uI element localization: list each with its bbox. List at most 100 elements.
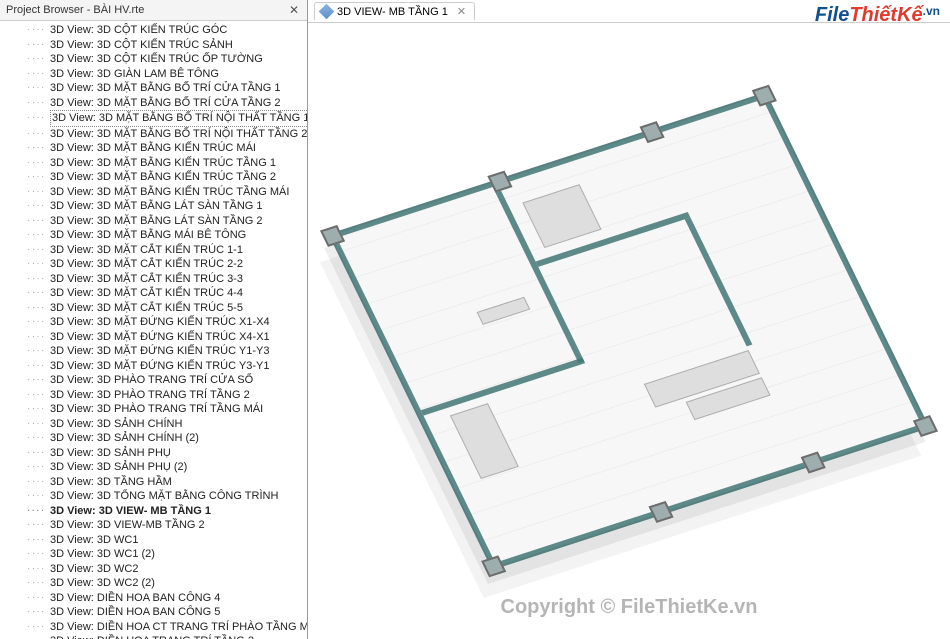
tree-guide-icon: ···· xyxy=(20,170,46,185)
tree-guide-icon: ···· xyxy=(20,81,46,96)
tree-item-label: 3D View: 3D MẶT BẰNG MÁI BÊ TÔNG xyxy=(50,228,246,243)
tree-guide-icon: ···· xyxy=(20,96,46,111)
tree-item-label: 3D View: 3D WC2 xyxy=(50,562,138,577)
tree-item[interactable]: ···· 3D View: 3D CỘT KIẾN TRÚC SẢNH xyxy=(20,38,307,53)
tree-item-label: 3D View: 3D MẶT BẰNG KIẾN TRÚC MÁI xyxy=(50,141,256,156)
tree-item[interactable]: ···· 3D View: 3D VIEW-MB TẦNG 2 xyxy=(20,518,307,533)
tree-item[interactable]: ····3D View: 3D SẢNH PHỤ xyxy=(20,446,307,461)
tree-guide-icon: ···· xyxy=(20,591,46,606)
tree-guide-icon: ···· xyxy=(20,257,46,272)
tree-item[interactable]: ····3D View: DIỀN HOA BAN CÔNG 4 xyxy=(20,591,307,606)
floorplan-render xyxy=(308,56,950,607)
tree-item[interactable]: ····3D View: 3D MẶT BẰNG BỐ TRÍ CỬA TẦNG… xyxy=(20,81,307,96)
tree-item[interactable]: ····3D View: 3D MẶT CẮT KIẾN TRÚC 4-4 xyxy=(20,286,307,301)
tree-item-label: 3D View: 3D PHÀO TRANG TRÍ TẦNG MÁI xyxy=(50,402,263,417)
tree-item[interactable]: ····3D View: 3D GIÀN LAM BÊ TÔNG xyxy=(20,67,307,82)
tree-item[interactable]: ····3D View: DIỀN HOA CT TRANG TRÍ PHÀO … xyxy=(20,620,307,635)
tree-item-label: 3D View: 3D MẶT ĐỨNG KIẾN TRÚC X1-X4 xyxy=(50,315,270,330)
tree-guide-icon: ···· xyxy=(20,315,46,330)
tree-item-label: 3D View: 3D TẦNG HẦM xyxy=(50,475,172,490)
tree-item[interactable]: ···· 3D View: 3D MẶT CẮT KIẾN TRÚC 3-3 xyxy=(20,272,307,287)
tab-close-icon[interactable]: ✕ xyxy=(457,5,466,18)
tree-item[interactable]: ···· 3D View: 3D PHÀO TRANG TRÍ TẦNG MÁI xyxy=(20,402,307,417)
tree-guide-icon: ···· xyxy=(20,417,46,432)
tree-item[interactable]: ····3D View: DIỀN HOA BAN CÔNG 5 xyxy=(20,605,307,620)
tree-guide-icon: ···· xyxy=(20,52,46,67)
tree-item[interactable]: ····3D View: 3D MẶT BẰNG KIẾN TRÚC MÁI xyxy=(20,141,307,156)
tree-item-label: 3D View: 3D WC1 (2) xyxy=(50,547,155,562)
tree-item[interactable]: ····3D View: 3D WC2 (2) xyxy=(20,576,307,591)
tree-guide-icon: ···· xyxy=(20,504,46,519)
tree-item[interactable]: ····3D View: 3D MẶT ĐỨNG KIẾN TRÚC Y3-Y1 xyxy=(20,359,307,374)
tree-guide-icon: ···· xyxy=(20,547,46,562)
tree-guide-icon: ···· xyxy=(20,373,46,388)
panel-close-button[interactable]: ✕ xyxy=(287,3,301,17)
tree-guide-icon: ···· xyxy=(20,272,46,287)
tree-guide-icon: ···· xyxy=(20,67,46,82)
tree-item[interactable]: ····3D View: 3D MẶT BẰNG KIẾN TRÚC TẦNG … xyxy=(20,170,307,185)
tree-item-label: 3D View: 3D VIEW- MB TẦNG 1 xyxy=(50,504,211,519)
project-tree[interactable]: ····3D View: 3D CỘT KIẾN TRÚC GÓC····3D … xyxy=(0,21,307,639)
tree-item[interactable]: ····3D View: 3D CỘT KIẾN TRÚC GÓC xyxy=(20,23,307,38)
tree-item[interactable]: ····3D View: 3D MẶT BẰNG BỐ TRÍ CỬA TẦNG… xyxy=(20,96,307,111)
tree-item[interactable]: ····3D View: 3D PHÀO TRANG TRÍ CỬA SỔ xyxy=(20,373,307,388)
tree-item[interactable]: ····3D View: 3D MẶT BẰNG LÁT SÀN TẦNG 1 xyxy=(20,199,307,214)
tree-item-label: 3D View: 3D SẢNH CHÍNH xyxy=(50,417,182,432)
tree-item-label: 3D View: 3D MẶT CẮT KIẾN TRÚC 2-2 xyxy=(50,257,243,272)
tree-item[interactable]: ····3D View: 3D MẶT BẰNG BỐ TRÍ NỘI THẤT… xyxy=(20,110,307,127)
tree-item[interactable]: ····3D View: 3D SẢNH CHÍNH (2) xyxy=(20,431,307,446)
project-browser-panel: Project Browser - BÀI HV.rte ✕ ····3D Vi… xyxy=(0,0,308,639)
tree-item[interactable]: ···· 3D View: 3D TẦNG HẦM xyxy=(20,475,307,490)
tree-guide-icon: ···· xyxy=(20,620,46,635)
tree-guide-icon: ···· xyxy=(20,359,46,374)
tree-item-label: 3D View: 3D MẶT ĐỨNG KIẾN TRÚC X4-X1 xyxy=(50,330,270,345)
tree-item[interactable]: ····3D View: 3D MẶT BẰNG KIẾN TRÚC TẦNG … xyxy=(20,156,307,171)
tree-item[interactable]: ····3D View: 3D MẶT ĐỨNG KIẾN TRÚC X4-X1 xyxy=(20,330,307,345)
3d-view-icon xyxy=(319,4,335,20)
tree-item[interactable]: ····3D View: 3D MẶT BẰNG LÁT SÀN TẦNG 2 xyxy=(20,214,307,229)
tree-item[interactable]: ···· 3D View: 3D SẢNH CHÍNH xyxy=(20,417,307,432)
tree-item[interactable]: ····3D View: 3D CỘT KIẾN TRÚC ỐP TƯỜNG xyxy=(20,52,307,67)
tree-item[interactable]: ···· 3D View: 3D MẶT ĐỨNG KIẾN TRÚC X1-X4 xyxy=(20,315,307,330)
tree-guide-icon: ···· xyxy=(20,402,46,417)
tree-item[interactable]: ···· 3D View: 3D VIEW- MB TẦNG 1 xyxy=(20,504,307,519)
tree-item-label: 3D View: 3D MẶT BẰNG BỐ TRÍ NỘI THẤT TẦN… xyxy=(50,127,307,142)
tree-item[interactable]: ····3D View: 3D MẶT ĐỨNG KIẾN TRÚC Y1-Y3 xyxy=(20,344,307,359)
tree-item[interactable]: ····3D View: DIỀN HOA TRANG TRÍ TẦNG 2 xyxy=(20,634,307,639)
tree-item-label: 3D View: 3D CỘT KIẾN TRÚC SẢNH xyxy=(50,38,233,53)
tree-item-label: 3D View: 3D MẶT ĐỨNG KIẾN TRÚC Y1-Y3 xyxy=(50,344,269,359)
view-tab[interactable]: 3D VIEW- MB TẦNG 1 ✕ xyxy=(314,2,475,20)
tree-item[interactable]: ····3D View: 3D PHÀO TRANG TRÍ TẦNG 2 xyxy=(20,388,307,403)
watermark-logo: FileThiếtKế.vn xyxy=(815,4,940,27)
tree-item[interactable]: ···· 3D View: 3D MẶT BẰNG BỐ TRÍ NỘI THẤT… xyxy=(20,127,307,142)
panel-header: Project Browser - BÀI HV.rte ✕ xyxy=(0,0,307,21)
tree-item[interactable]: ···· 3D View: 3D TỔNG MẶT BẰNG CÔNG TRÌNH xyxy=(20,489,307,504)
tree-item[interactable]: ···· 3D View: 3D MẶT CẮT KIẾN TRÚC 2-2 xyxy=(20,257,307,272)
tree-guide-icon: ···· xyxy=(20,605,46,620)
tree-item[interactable]: ····3D View: 3D MẶT BẰNG KIẾN TRÚC TẦNG … xyxy=(20,185,307,200)
tree-item-label: 3D View: 3D SẢNH PHỤ xyxy=(50,446,171,461)
3d-canvas[interactable] xyxy=(308,22,950,639)
tree-guide-icon: ···· xyxy=(20,489,46,504)
tree-guide-icon: ···· xyxy=(20,111,46,126)
viewport: 3D VIEW- MB TẦNG 1 ✕ xyxy=(308,0,950,639)
tree-item-label: 3D View: 3D TỔNG MẶT BẰNG CÔNG TRÌNH xyxy=(50,489,278,504)
tree-item[interactable]: ···· 3D View: 3D MẶT CẮT KIẾN TRÚC 5-5 xyxy=(20,301,307,316)
tree-guide-icon: ···· xyxy=(20,38,46,53)
tree-guide-icon: ···· xyxy=(20,533,46,548)
tree-item-label: 3D View: 3D MẶT CẮT KIẾN TRÚC 5-5 xyxy=(50,301,243,316)
tree-guide-icon: ···· xyxy=(20,127,46,142)
tree-guide-icon: ···· xyxy=(20,518,46,533)
tree-guide-icon: ···· xyxy=(20,301,46,316)
tree-guide-icon: ···· xyxy=(20,199,46,214)
tree-guide-icon: ···· xyxy=(20,475,46,490)
tree-item[interactable]: ····3D View: 3D MẶT BẰNG MÁI BÊ TÔNG xyxy=(20,228,307,243)
tree-guide-icon: ···· xyxy=(20,576,46,591)
tree-item[interactable]: ····3D View: 3D WC2 xyxy=(20,562,307,577)
tree-item-label: 3D View: 3D MẶT CẮT KIẾN TRÚC 3-3 xyxy=(50,272,243,287)
tree-item[interactable]: ····3D View: 3D WC1 xyxy=(20,533,307,548)
tree-item-label: 3D View: 3D VIEW-MB TẦNG 2 xyxy=(50,518,205,533)
tree-item[interactable]: ····3D View: 3D SẢNH PHỤ (2) xyxy=(20,460,307,475)
tree-item[interactable]: ···· 3D View: 3D WC1 (2) xyxy=(20,547,307,562)
tree-item[interactable]: ····3D View: 3D MẶT CẮT KIẾN TRÚC 1-1 xyxy=(20,243,307,258)
